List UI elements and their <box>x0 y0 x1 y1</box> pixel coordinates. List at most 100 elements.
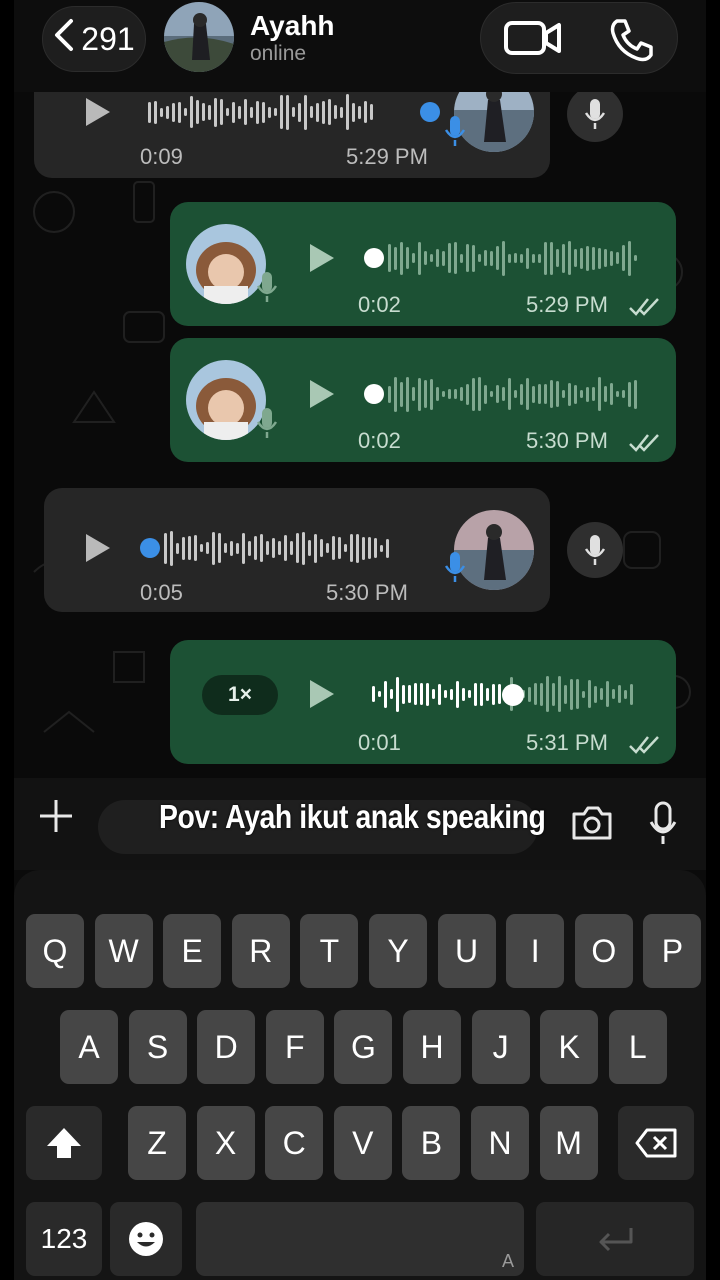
play-icon[interactable] <box>86 534 110 562</box>
key-z[interactable]: Z <box>128 1106 186 1180</box>
playback-position-dot[interactable] <box>502 684 524 706</box>
waveform-bar <box>570 678 573 710</box>
play-icon[interactable] <box>310 680 334 708</box>
key-v[interactable]: V <box>333 1106 392 1180</box>
key-q[interactable]: Q <box>26 914 84 988</box>
key-w[interactable]: W <box>94 914 153 988</box>
waveform-bar <box>254 536 257 560</box>
playback-speed-button[interactable]: 1× <box>202 675 278 715</box>
contact-name[interactable]: Ayahh <box>250 10 335 42</box>
key-s[interactable]: S <box>128 1010 187 1084</box>
playback-position-dot[interactable] <box>364 384 384 404</box>
key-r[interactable]: R <box>231 914 290 988</box>
waveform-bar <box>534 683 537 705</box>
plus-icon[interactable] <box>36 796 76 847</box>
mic-icon[interactable] <box>648 800 678 851</box>
waveform-bar <box>332 536 335 560</box>
waveform-bar <box>390 689 393 699</box>
key-h[interactable]: H <box>403 1010 461 1084</box>
phone-icon[interactable] <box>607 17 655 70</box>
waveform-bar <box>244 99 247 125</box>
camera-icon[interactable] <box>570 804 614 847</box>
key-b[interactable]: B <box>402 1106 461 1180</box>
waveform-bar <box>472 244 475 272</box>
waveform-bar <box>568 241 571 275</box>
shift-key[interactable] <box>26 1106 102 1180</box>
waveform-bar <box>238 105 241 119</box>
waveform-bar <box>634 255 637 261</box>
waveform-bar <box>394 246 397 270</box>
waveform-bar <box>490 250 493 266</box>
key-o[interactable]: O <box>574 914 633 988</box>
sender-avatar <box>186 360 266 440</box>
waveform-bar <box>414 683 417 705</box>
key-t[interactable]: T <box>300 914 359 988</box>
key-x[interactable]: X <box>196 1106 255 1180</box>
emoji-key[interactable] <box>110 1202 182 1276</box>
key-f[interactable]: F <box>265 1010 324 1084</box>
waveform-bar <box>260 534 263 562</box>
transcribe-button[interactable] <box>567 522 623 578</box>
key-c[interactable]: C <box>265 1106 324 1180</box>
chat-area[interactable]: 0:09 5:29 PM 0:02 5:29 PM 0:02 5:30 PM 0… <box>14 92 706 778</box>
message-time: 5:30 PM <box>526 428 608 453</box>
waveform-bar <box>456 680 459 708</box>
waveform <box>388 238 637 278</box>
space-key[interactable]: A <box>196 1202 524 1276</box>
waveform-bar <box>622 390 625 398</box>
waveform-bar <box>256 100 259 124</box>
key-n[interactable]: N <box>471 1106 529 1180</box>
video-call-icon[interactable] <box>503 17 563 64</box>
key-k[interactable]: K <box>540 1010 599 1084</box>
waveform-bar <box>322 100 325 124</box>
waveform-bar <box>496 246 499 270</box>
play-icon[interactable] <box>310 244 334 272</box>
playback-position-dot[interactable] <box>420 102 440 122</box>
outgoing-voice-message-playing[interactable]: 1× 0:01 5:31 PM <box>170 640 676 764</box>
waveform-bar <box>338 537 341 559</box>
waveform-bar <box>550 241 553 275</box>
waveform-bar <box>208 104 211 120</box>
key-l[interactable]: L <box>608 1010 667 1084</box>
key-d[interactable]: D <box>197 1010 256 1084</box>
key-m[interactable]: M <box>539 1106 598 1180</box>
back-button[interactable]: 291 <box>42 6 146 72</box>
key-a[interactable]: A <box>60 1010 118 1084</box>
return-key[interactable] <box>536 1202 694 1276</box>
waveform-bar <box>474 682 477 706</box>
key-i[interactable]: I <box>506 914 565 988</box>
key-j[interactable]: J <box>471 1010 530 1084</box>
play-icon[interactable] <box>310 380 334 408</box>
waveform-bar <box>582 690 585 698</box>
key-y[interactable]: Y <box>369 914 427 988</box>
waveform-bar <box>302 531 305 565</box>
waveform-bar <box>576 679 579 709</box>
waveform-bar <box>432 689 435 699</box>
waveform-bar <box>268 106 271 118</box>
key-u[interactable]: U <box>437 914 496 988</box>
outgoing-voice-message[interactable]: 0:02 5:30 PM <box>170 338 676 462</box>
waveform-bar <box>580 390 583 398</box>
outgoing-voice-message[interactable]: 0:02 5:29 PM <box>170 202 676 326</box>
backspace-key[interactable] <box>618 1106 694 1180</box>
play-icon[interactable] <box>86 98 110 126</box>
waveform-bar <box>520 253 523 263</box>
waveform-bar <box>364 101 367 123</box>
incoming-voice-message[interactable]: 0:05 5:30 PM <box>44 488 550 612</box>
numbers-key[interactable]: 123 <box>26 1202 102 1276</box>
incoming-voice-message[interactable]: 0:09 5:29 PM <box>34 92 550 178</box>
key-g[interactable]: G <box>334 1010 393 1084</box>
waveform-bar <box>514 390 517 398</box>
chat-header: 291 Ayahh online <box>14 0 706 92</box>
contact-avatar[interactable] <box>164 2 234 72</box>
key-e[interactable]: E <box>163 914 222 988</box>
voice-duration: 0:09 <box>140 144 183 169</box>
playback-position-dot[interactable] <box>140 538 160 558</box>
waveform-bar <box>388 385 391 403</box>
waveform-bar <box>316 102 319 122</box>
waveform-bar <box>616 391 619 397</box>
check-double-icon <box>628 432 662 457</box>
waveform-bar <box>200 544 203 552</box>
playback-position-dot[interactable] <box>364 248 384 268</box>
key-p[interactable]: P <box>643 914 702 988</box>
